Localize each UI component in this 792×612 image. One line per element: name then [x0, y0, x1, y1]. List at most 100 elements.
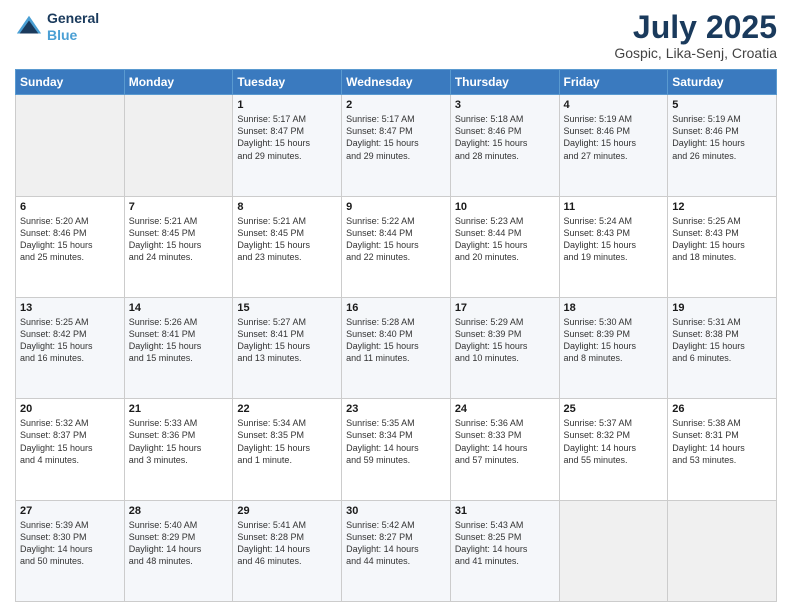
- calendar-cell: 16 Sunrise: 5:28 AM Sunset: 8:40 PM Dayli…: [342, 297, 451, 398]
- calendar-week-row: 27Sunrise: 5:39 AM Sunset: 8:30 PM Dayli…: [16, 500, 777, 601]
- calendar-cell: 19 Sunrise: 5:31 AM Sunset: 8:38 PM Dayli…: [668, 297, 777, 398]
- calendar-cell: [124, 95, 233, 196]
- day-number: 30: [346, 505, 446, 517]
- day-number: 12: [672, 201, 772, 213]
- cell-content: Sunrise: 5:28 AM Sunset: 8:40 PM Dayligh…: [346, 316, 446, 365]
- calendar-cell: 8 Sunrise: 5:21 AM Sunset: 8:45 PM Daylig…: [233, 196, 342, 297]
- calendar-cell: 31Sunrise: 5:43 AM Sunset: 8:25 PM Dayli…: [450, 500, 559, 601]
- day-number: 14: [129, 302, 229, 314]
- cell-content: Sunrise: 5:25 AM Sunset: 8:43 PM Dayligh…: [672, 215, 772, 264]
- calendar-cell: 10 Sunrise: 5:23 AM Sunset: 8:44 PM Dayli…: [450, 196, 559, 297]
- cell-content: Sunrise: 5:34 AM Sunset: 8:35 PM Dayligh…: [237, 417, 337, 466]
- calendar-cell: 4Sunrise: 5:19 AM Sunset: 8:46 PM Daylig…: [559, 95, 668, 196]
- cell-content: Sunrise: 5:35 AM Sunset: 8:34 PM Dayligh…: [346, 417, 446, 466]
- cell-content: Sunrise: 5:17 AM Sunset: 8:47 PM Dayligh…: [346, 113, 446, 162]
- calendar-cell: 23 Sunrise: 5:35 AM Sunset: 8:34 PM Dayli…: [342, 399, 451, 500]
- calendar-day-header: Friday: [559, 70, 668, 95]
- day-number: 15: [237, 302, 337, 314]
- calendar-day-header: Thursday: [450, 70, 559, 95]
- logo-line1: General: [47, 10, 99, 27]
- logo-icon: [15, 13, 43, 41]
- calendar-day-header: Wednesday: [342, 70, 451, 95]
- month-title: July 2025: [614, 10, 777, 45]
- day-number: 3: [455, 99, 555, 111]
- cell-content: Sunrise: 5:33 AM Sunset: 8:36 PM Dayligh…: [129, 417, 229, 466]
- cell-content: Sunrise: 5:19 AM Sunset: 8:46 PM Dayligh…: [672, 113, 772, 162]
- cell-content: Sunrise: 5:41 AM Sunset: 8:28 PM Dayligh…: [237, 519, 337, 568]
- calendar-cell: 14 Sunrise: 5:26 AM Sunset: 8:41 PM Dayli…: [124, 297, 233, 398]
- calendar-cell: 13Sunrise: 5:25 AM Sunset: 8:42 PM Dayli…: [16, 297, 125, 398]
- calendar-cell: 30 Sunrise: 5:42 AM Sunset: 8:27 PM Dayli…: [342, 500, 451, 601]
- calendar-cell: 18Sunrise: 5:30 AM Sunset: 8:39 PM Dayli…: [559, 297, 668, 398]
- day-number: 24: [455, 403, 555, 415]
- page: General Blue July 2025 Gospic, Lika-Senj…: [0, 0, 792, 612]
- calendar-week-row: 6 Sunrise: 5:20 AM Sunset: 8:46 PM Daylig…: [16, 196, 777, 297]
- logo-line2: Blue: [47, 27, 99, 44]
- calendar-week-row: 20 Sunrise: 5:32 AM Sunset: 8:37 PM Dayli…: [16, 399, 777, 500]
- calendar-day-header: Monday: [124, 70, 233, 95]
- calendar-cell: 15 Sunrise: 5:27 AM Sunset: 8:41 PM Dayli…: [233, 297, 342, 398]
- day-number: 16: [346, 302, 446, 314]
- location: Gospic, Lika-Senj, Croatia: [614, 45, 777, 61]
- cell-content: Sunrise: 5:43 AM Sunset: 8:25 PM Dayligh…: [455, 519, 555, 568]
- cell-content: Sunrise: 5:23 AM Sunset: 8:44 PM Dayligh…: [455, 215, 555, 264]
- day-number: 17: [455, 302, 555, 314]
- calendar-cell: 1Sunrise: 5:17 AM Sunset: 8:47 PM Daylig…: [233, 95, 342, 196]
- calendar-cell: 9Sunrise: 5:22 AM Sunset: 8:44 PM Daylig…: [342, 196, 451, 297]
- cell-content: Sunrise: 5:24 AM Sunset: 8:43 PM Dayligh…: [564, 215, 664, 264]
- cell-content: Sunrise: 5:26 AM Sunset: 8:41 PM Dayligh…: [129, 316, 229, 365]
- logo-text: General Blue: [47, 10, 99, 44]
- calendar-cell: 28 Sunrise: 5:40 AM Sunset: 8:29 PM Dayli…: [124, 500, 233, 601]
- day-number: 11: [564, 201, 664, 213]
- cell-content: Sunrise: 5:40 AM Sunset: 8:29 PM Dayligh…: [129, 519, 229, 568]
- cell-content: Sunrise: 5:22 AM Sunset: 8:44 PM Dayligh…: [346, 215, 446, 264]
- calendar-week-row: 1Sunrise: 5:17 AM Sunset: 8:47 PM Daylig…: [16, 95, 777, 196]
- day-number: 23: [346, 403, 446, 415]
- day-number: 29: [237, 505, 337, 517]
- calendar-cell: 3 Sunrise: 5:18 AM Sunset: 8:46 PM Daylig…: [450, 95, 559, 196]
- calendar-cell: 26Sunrise: 5:38 AM Sunset: 8:31 PM Dayli…: [668, 399, 777, 500]
- calendar-table: SundayMondayTuesdayWednesdayThursdayFrid…: [15, 69, 777, 602]
- calendar-cell: 7Sunrise: 5:21 AM Sunset: 8:45 PM Daylig…: [124, 196, 233, 297]
- cell-content: Sunrise: 5:32 AM Sunset: 8:37 PM Dayligh…: [20, 417, 120, 466]
- day-number: 4: [564, 99, 664, 111]
- cell-content: Sunrise: 5:27 AM Sunset: 8:41 PM Dayligh…: [237, 316, 337, 365]
- calendar-day-header: Tuesday: [233, 70, 342, 95]
- cell-content: Sunrise: 5:38 AM Sunset: 8:31 PM Dayligh…: [672, 417, 772, 466]
- day-number: 21: [129, 403, 229, 415]
- calendar-cell: 20 Sunrise: 5:32 AM Sunset: 8:37 PM Dayli…: [16, 399, 125, 500]
- cell-content: Sunrise: 5:20 AM Sunset: 8:46 PM Dayligh…: [20, 215, 120, 264]
- calendar-cell: 25Sunrise: 5:37 AM Sunset: 8:32 PM Dayli…: [559, 399, 668, 500]
- title-block: July 2025 Gospic, Lika-Senj, Croatia: [614, 10, 777, 61]
- calendar-cell: [559, 500, 668, 601]
- day-number: 2: [346, 99, 446, 111]
- calendar-day-header: Saturday: [668, 70, 777, 95]
- day-number: 22: [237, 403, 337, 415]
- cell-content: Sunrise: 5:31 AM Sunset: 8:38 PM Dayligh…: [672, 316, 772, 365]
- day-number: 5: [672, 99, 772, 111]
- calendar-cell: 21 Sunrise: 5:33 AM Sunset: 8:36 PM Dayli…: [124, 399, 233, 500]
- day-number: 20: [20, 403, 120, 415]
- calendar-cell: [668, 500, 777, 601]
- day-number: 6: [20, 201, 120, 213]
- cell-content: Sunrise: 5:21 AM Sunset: 8:45 PM Dayligh…: [129, 215, 229, 264]
- day-number: 19: [672, 302, 772, 314]
- cell-content: Sunrise: 5:17 AM Sunset: 8:47 PM Dayligh…: [237, 113, 337, 162]
- calendar-cell: 12 Sunrise: 5:25 AM Sunset: 8:43 PM Dayli…: [668, 196, 777, 297]
- cell-content: Sunrise: 5:29 AM Sunset: 8:39 PM Dayligh…: [455, 316, 555, 365]
- cell-content: Sunrise: 5:21 AM Sunset: 8:45 PM Dayligh…: [237, 215, 337, 264]
- calendar-cell: 2 Sunrise: 5:17 AM Sunset: 8:47 PM Daylig…: [342, 95, 451, 196]
- cell-content: Sunrise: 5:42 AM Sunset: 8:27 PM Dayligh…: [346, 519, 446, 568]
- day-number: 13: [20, 302, 120, 314]
- day-number: 25: [564, 403, 664, 415]
- logo: General Blue: [15, 10, 99, 44]
- day-number: 27: [20, 505, 120, 517]
- cell-content: Sunrise: 5:30 AM Sunset: 8:39 PM Dayligh…: [564, 316, 664, 365]
- calendar-day-header: Sunday: [16, 70, 125, 95]
- calendar-week-row: 13Sunrise: 5:25 AM Sunset: 8:42 PM Dayli…: [16, 297, 777, 398]
- day-number: 10: [455, 201, 555, 213]
- day-number: 8: [237, 201, 337, 213]
- calendar-cell: 24Sunrise: 5:36 AM Sunset: 8:33 PM Dayli…: [450, 399, 559, 500]
- day-number: 28: [129, 505, 229, 517]
- cell-content: Sunrise: 5:18 AM Sunset: 8:46 PM Dayligh…: [455, 113, 555, 162]
